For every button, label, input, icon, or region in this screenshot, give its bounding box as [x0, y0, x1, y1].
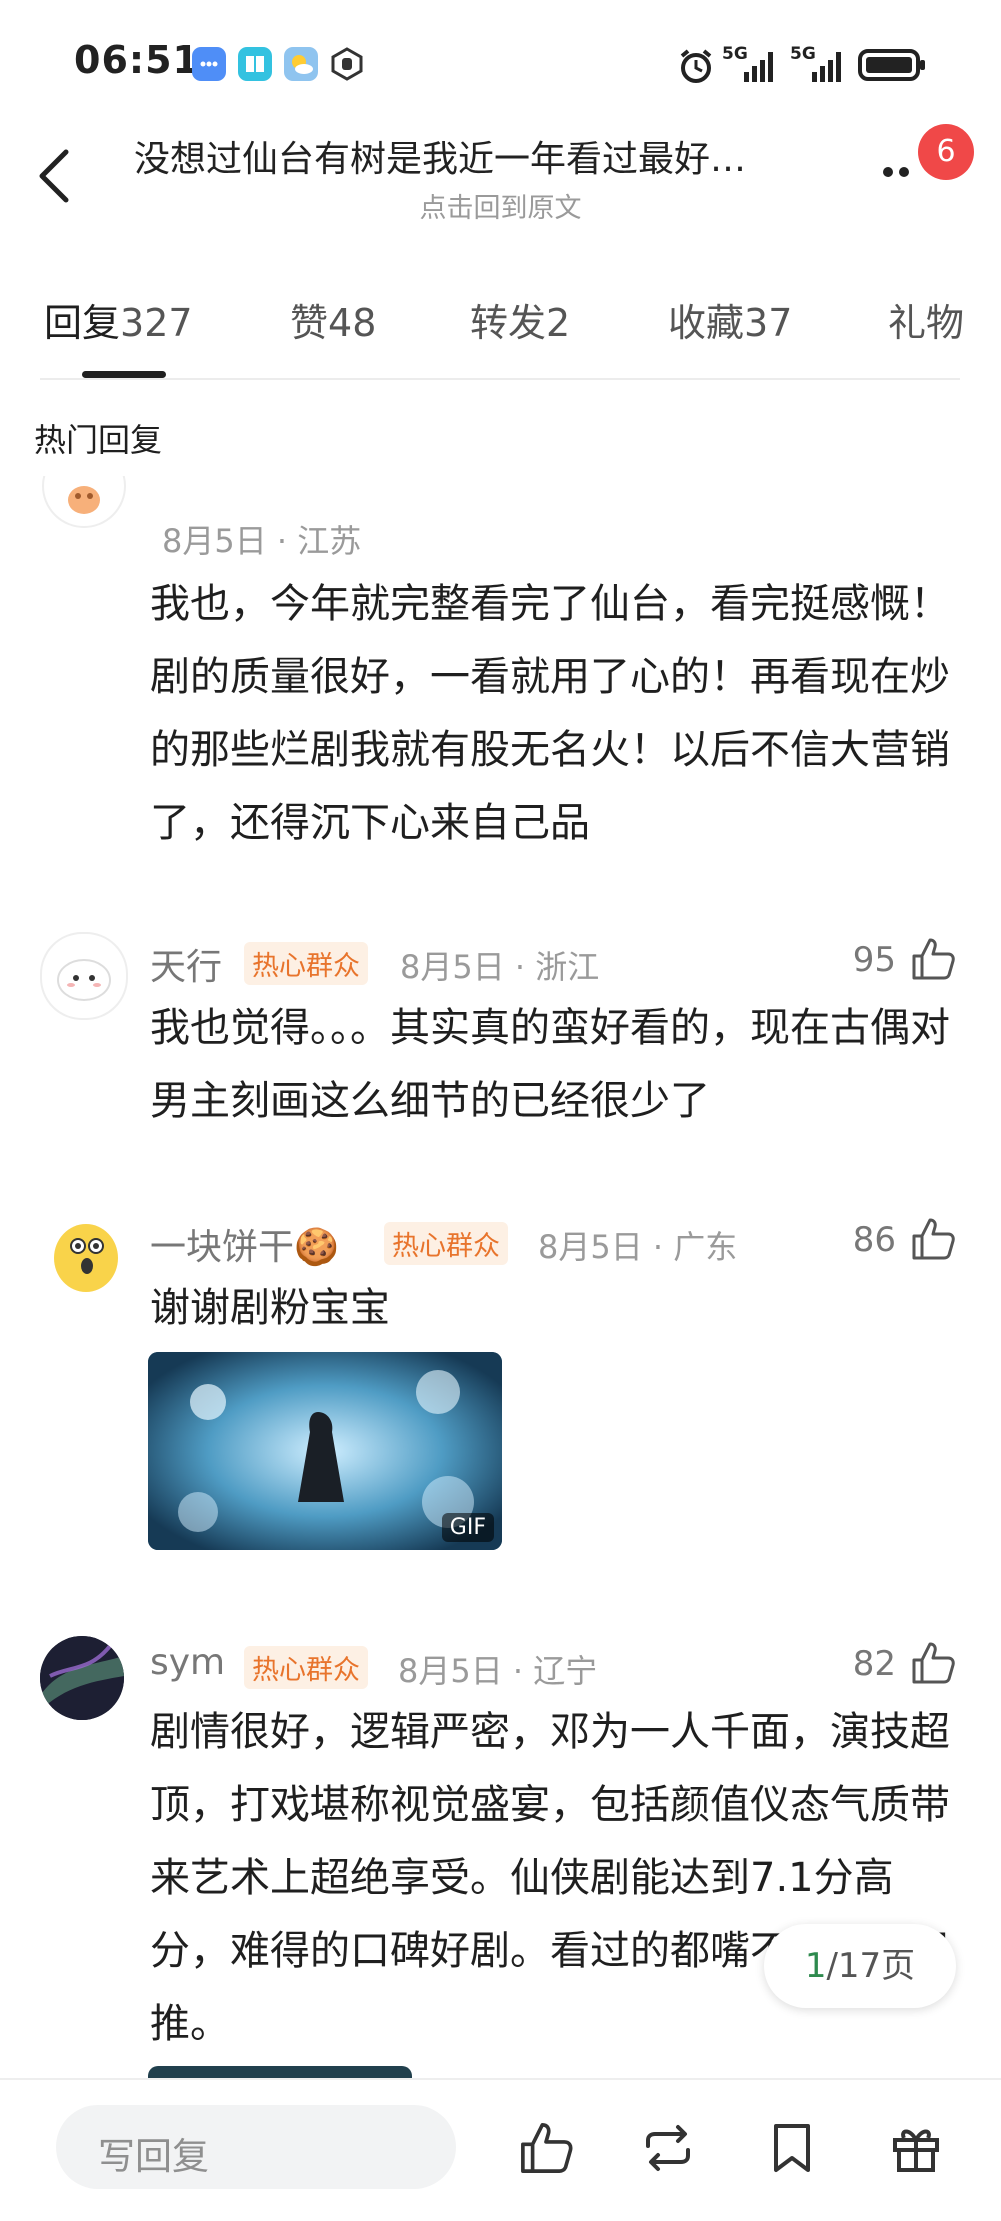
repost-icon[interactable] — [640, 2120, 696, 2176]
gif-label: GIF — [441, 1513, 494, 1542]
tab-label: 转发 — [470, 301, 547, 345]
thumbs-up-icon[interactable] — [910, 1216, 956, 1262]
comment-like-count: 86 — [852, 1220, 896, 1260]
comment-date: 8月5日 · 辽宁 — [398, 1652, 598, 1690]
comment-username[interactable]: 一块饼干🍪 — [150, 1218, 339, 1270]
comment-username[interactable]: sym — [150, 1642, 225, 1683]
page-indicator[interactable]: 1/17页 — [764, 1924, 956, 2008]
battery-icon — [858, 48, 928, 82]
back-to-original-link[interactable]: 点击回到原文 — [0, 186, 1001, 225]
avatar[interactable] — [40, 476, 128, 530]
avatar[interactable] — [40, 1212, 124, 1296]
tab-label: 礼物 — [888, 301, 964, 345]
status-time: 06:51 — [74, 38, 200, 82]
tab-reposts[interactable]: 转发2 — [470, 292, 570, 347]
comment-like-count: 82 — [852, 1644, 896, 1684]
comment-username[interactable] — [148, 478, 378, 502]
tab-label: 回复 — [44, 301, 121, 345]
active-tab-indicator — [82, 371, 166, 378]
tab-gifts[interactable]: 礼物 — [888, 292, 964, 347]
weather-app-icon — [284, 47, 318, 81]
user-badge: 热心群众 — [244, 1646, 368, 1689]
tab-count: 37 — [744, 301, 793, 345]
comment-username[interactable]: 天行 — [150, 938, 222, 990]
post-title[interactable]: 没想过仙台有树是我近一年看过最好… — [134, 130, 834, 182]
tab-count: 327 — [120, 301, 193, 345]
comment-like-count: 95 — [852, 940, 896, 980]
avatar[interactable] — [40, 932, 128, 1020]
tab-label: 收藏 — [668, 301, 745, 345]
section-title-hot-replies: 热门回复 — [34, 421, 163, 459]
bookmark-icon[interactable] — [764, 2120, 820, 2176]
comment-date: 8月5日 · 浙江 — [400, 948, 600, 986]
alarm-icon — [676, 46, 716, 86]
thumbs-up-icon[interactable] — [518, 2120, 574, 2176]
tab-count: 2 — [546, 301, 571, 345]
comment-text: 我也觉得。。。其实真的蛮好看的，现在古偶对男主刻画这么细节的已经很少了 — [150, 1005, 950, 1124]
signal-2-icon: 5G — [790, 44, 850, 84]
tab-favorites[interactable]: 收藏37 — [668, 292, 792, 347]
tab-likes[interactable]: 赞48 — [290, 292, 376, 347]
signal-1-icon: 5G — [722, 44, 782, 84]
book-app-icon — [238, 47, 272, 81]
hexagon-app-icon — [330, 47, 364, 81]
avatar[interactable] — [40, 1636, 124, 1720]
thumbs-up-icon[interactable] — [910, 936, 956, 982]
tab-replies[interactable]: 回复327 — [44, 292, 193, 347]
comment-text: 我也，今年就完整看完了仙台，看完挺感慨！剧的质量很好，一看就用了心的！再看现在炒… — [150, 581, 950, 846]
reply-placeholder: 写回复 — [98, 2135, 209, 2178]
thumbs-up-icon[interactable] — [910, 1640, 956, 1686]
user-badge: 热心群众 — [244, 942, 368, 985]
tab-label: 赞 — [290, 301, 329, 345]
comment-text: 谢谢剧粉宝宝 — [150, 1285, 390, 1331]
comment-date: 8月5日 · 广东 — [538, 1228, 738, 1266]
comment-gif-image[interactable]: GIF — [148, 1352, 502, 1550]
page-total: /17页 — [826, 1946, 916, 1986]
user-badge: 热心群众 — [384, 1222, 508, 1265]
comment-date: 8月5日 · 江苏 — [162, 522, 362, 560]
tabs-divider — [40, 378, 960, 380]
gift-icon[interactable] — [888, 2120, 944, 2176]
page-current: 1 — [804, 1946, 827, 1986]
chat-app-icon — [192, 47, 226, 81]
more-icon[interactable] — [880, 164, 924, 180]
notification-badge: 6 — [918, 124, 974, 180]
tab-count: 48 — [328, 301, 377, 345]
